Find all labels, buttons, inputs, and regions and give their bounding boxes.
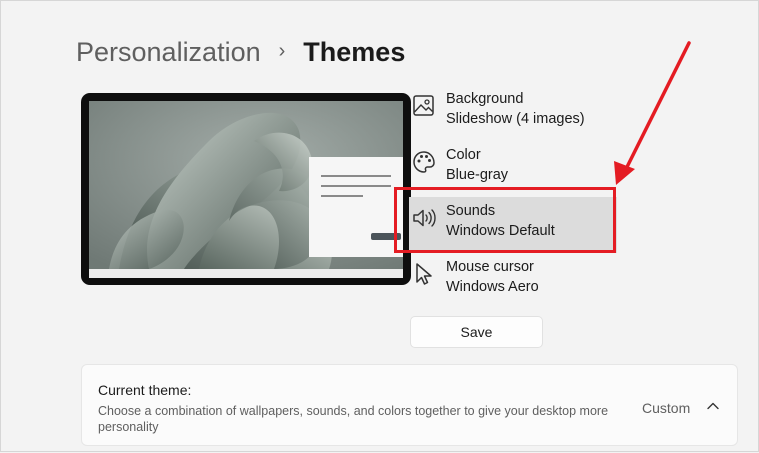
color-option-value: Blue-gray <box>446 167 509 183</box>
page-title: Themes <box>303 37 406 67</box>
palette-icon <box>413 151 435 173</box>
preview-window-line <box>321 195 363 197</box>
preview-window <box>309 157 403 257</box>
mouse-cursor-icon <box>416 263 432 285</box>
background-option-label: Background <box>446 91 524 107</box>
current-theme-card[interactable]: Current theme: Choose a combination of w… <box>81 364 738 446</box>
sounds-annotation-box <box>394 187 616 253</box>
background-option-value: Slideshow (4 images) <box>446 111 585 127</box>
save-button[interactable]: Save <box>410 316 543 348</box>
breadcrumb: Personalization › Themes <box>76 37 405 68</box>
current-theme-description: Choose a combination of wallpapers, soun… <box>98 404 609 434</box>
preview-wallpaper <box>89 101 403 269</box>
color-option-label: Color <box>446 147 481 163</box>
chevron-up-icon[interactable] <box>706 399 720 413</box>
mouse-cursor-option-value: Windows Aero <box>446 279 539 295</box>
preview-window-line <box>321 175 391 177</box>
current-theme-value: Custom <box>642 400 691 416</box>
current-theme-title: Current theme: <box>98 382 192 398</box>
picture-icon <box>413 95 434 116</box>
preview-window-line <box>321 185 391 187</box>
breadcrumb-separator: › <box>278 40 286 62</box>
background-option[interactable]: Background Slideshow (4 images) <box>409 85 617 141</box>
mouse-cursor-option-label: Mouse cursor <box>446 259 534 275</box>
mouse-cursor-option[interactable]: Mouse cursor Windows Aero <box>409 253 617 309</box>
theme-preview <box>81 93 411 285</box>
preview-taskbar <box>89 269 403 278</box>
breadcrumb-personalization-link[interactable]: Personalization <box>76 37 261 68</box>
